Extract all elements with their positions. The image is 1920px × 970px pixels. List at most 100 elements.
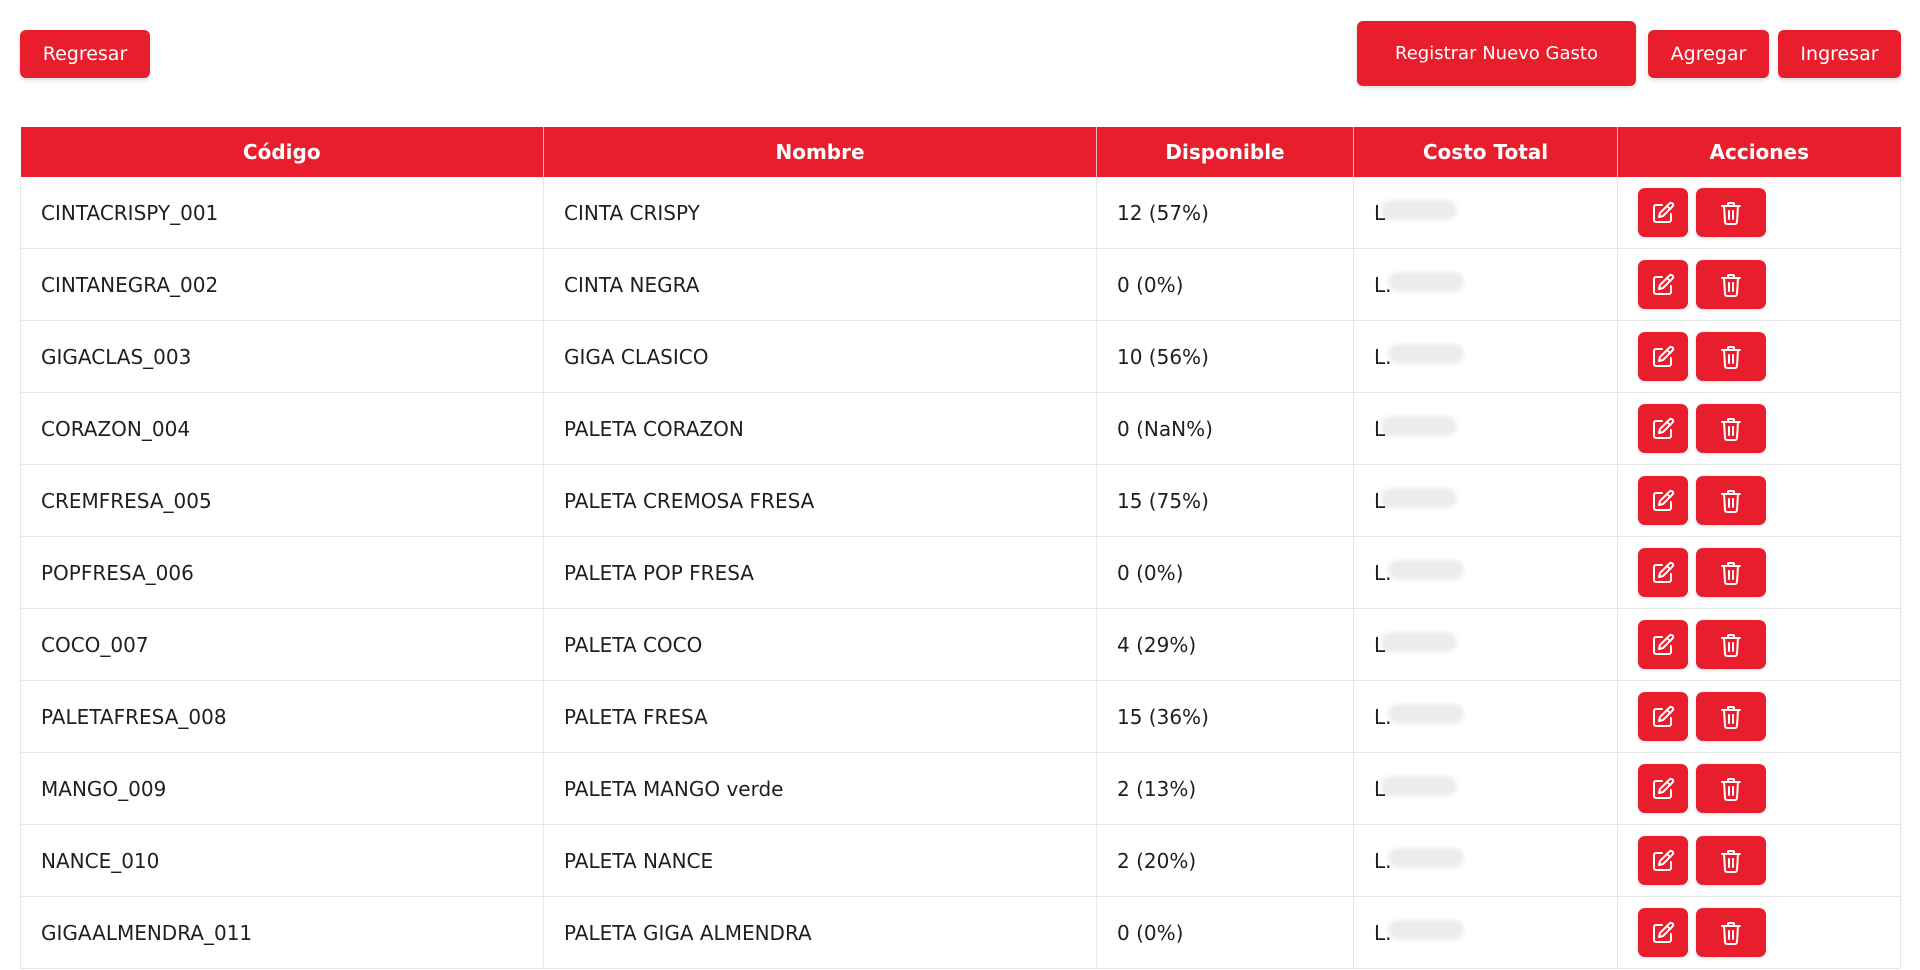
cell-costo-total: L.	[1353, 248, 1618, 321]
edit-button[interactable]	[1638, 188, 1688, 237]
edit-button[interactable]	[1638, 692, 1688, 741]
delete-button[interactable]	[1696, 836, 1766, 885]
delete-button[interactable]	[1696, 692, 1766, 741]
edit-icon	[1651, 201, 1675, 225]
cell-costo-total: L	[1353, 752, 1618, 825]
cell-disponible: 0 (0%)	[1096, 536, 1354, 609]
costo-total-value: L.	[1374, 344, 1392, 369]
edit-icon	[1651, 561, 1675, 585]
table-row: GIGACLAS_003 GIGA CLASICO 10 (56%) L.	[20, 320, 1901, 393]
cell-acciones	[1617, 464, 1901, 537]
cell-nombre: PALETA FRESA	[543, 680, 1097, 753]
costo-total-value: L.	[1374, 560, 1392, 585]
edit-icon	[1651, 417, 1675, 441]
cell-disponible: 10 (56%)	[1096, 320, 1354, 393]
edit-icon	[1651, 705, 1675, 729]
costo-total-value: L.	[1374, 272, 1392, 297]
column-header-codigo: Código	[20, 127, 544, 177]
redacted-amount	[1387, 704, 1464, 724]
table-row: MANGO_009 PALETA MANGO verde 2 (13%) L	[20, 752, 1901, 825]
cell-acciones	[1617, 177, 1901, 249]
trash-icon	[1720, 921, 1742, 945]
cell-costo-total: L.	[1353, 320, 1618, 393]
edit-icon	[1651, 273, 1675, 297]
inventory-page: Regresar Registrar Nuevo Gasto Agregar I…	[0, 0, 1920, 970]
cell-codigo: CINTACRISPY_001	[20, 177, 544, 249]
trash-icon	[1720, 273, 1742, 297]
edit-button[interactable]	[1638, 620, 1688, 669]
cell-disponible: 0 (NaN%)	[1096, 392, 1354, 465]
edit-button[interactable]	[1638, 260, 1688, 309]
table-row: NANCE_010 PALETA NANCE 2 (20%) L.	[20, 824, 1901, 897]
delete-button[interactable]	[1696, 620, 1766, 669]
redacted-amount	[1381, 416, 1458, 436]
cell-disponible: 2 (13%)	[1096, 752, 1354, 825]
edit-button[interactable]	[1638, 908, 1688, 957]
cell-disponible: 12 (57%)	[1096, 177, 1354, 249]
table-header: Código Nombre Disponible Costo Total Acc…	[20, 127, 1901, 177]
cell-disponible: 15 (75%)	[1096, 464, 1354, 537]
costo-total-value: L.	[1374, 920, 1392, 945]
trash-icon	[1720, 705, 1742, 729]
add-button[interactable]: Agregar	[1648, 30, 1769, 78]
cell-disponible: 4 (29%)	[1096, 608, 1354, 681]
edit-button[interactable]	[1638, 476, 1688, 525]
delete-button[interactable]	[1696, 476, 1766, 525]
table-row: CINTANEGRA_002 CINTA NEGRA 0 (0%) L.	[20, 248, 1901, 321]
cell-costo-total: L.	[1353, 536, 1618, 609]
costo-total-value: L	[1374, 200, 1386, 225]
trash-icon	[1720, 489, 1742, 513]
cell-costo-total: L.	[1353, 680, 1618, 753]
register-expense-button[interactable]: Registrar Nuevo Gasto	[1357, 21, 1636, 86]
redacted-amount	[1381, 632, 1458, 652]
delete-button[interactable]	[1696, 908, 1766, 957]
table-row: COCO_007 PALETA COCO 4 (29%) L	[20, 608, 1901, 681]
cell-acciones	[1617, 392, 1901, 465]
delete-button[interactable]	[1696, 260, 1766, 309]
redacted-amount	[1387, 848, 1464, 868]
redacted-amount	[1381, 776, 1458, 796]
trash-icon	[1720, 777, 1742, 801]
cell-codigo: GIGACLAS_003	[20, 320, 544, 393]
cell-codigo: GIGAALMENDRA_011	[20, 896, 544, 969]
delete-button[interactable]	[1696, 332, 1766, 381]
trash-icon	[1720, 345, 1742, 369]
costo-total-value: L.	[1374, 848, 1392, 873]
edit-button[interactable]	[1638, 836, 1688, 885]
cell-codigo: POPFRESA_006	[20, 536, 544, 609]
table-row: CINTACRISPY_001 CINTA CRISPY 12 (57%) L	[20, 177, 1901, 249]
delete-button[interactable]	[1696, 548, 1766, 597]
redacted-amount	[1387, 560, 1464, 580]
edit-button[interactable]	[1638, 404, 1688, 453]
redacted-amount	[1387, 920, 1464, 940]
edit-button[interactable]	[1638, 764, 1688, 813]
back-button[interactable]: Regresar	[20, 30, 150, 78]
enter-button[interactable]: Ingresar	[1778, 30, 1901, 78]
table-row: CREMFRESA_005 PALETA CREMOSA FRESA 15 (75%…	[20, 464, 1901, 537]
cell-costo-total: L.	[1353, 824, 1618, 897]
cell-costo-total: L	[1353, 177, 1618, 249]
products-table-container: Código Nombre Disponible Costo Total Acc…	[20, 127, 1901, 969]
edit-button[interactable]	[1638, 548, 1688, 597]
cell-codigo: MANGO_009	[20, 752, 544, 825]
cell-codigo: CINTANEGRA_002	[20, 248, 544, 321]
table-header-row: Código Nombre Disponible Costo Total Acc…	[20, 127, 1901, 177]
cell-nombre: CINTA CRISPY	[543, 177, 1097, 249]
column-header-disponible: Disponible	[1096, 127, 1354, 177]
cell-acciones	[1617, 896, 1901, 969]
cell-acciones	[1617, 248, 1901, 321]
cell-nombre: PALETA GIGA ALMENDRA	[543, 896, 1097, 969]
table-row: GIGAALMENDRA_011 PALETA GIGA ALMENDRA 0 (0…	[20, 896, 1901, 969]
delete-button[interactable]	[1696, 404, 1766, 453]
edit-button[interactable]	[1638, 332, 1688, 381]
trash-icon	[1720, 633, 1742, 657]
cell-costo-total: L.	[1353, 896, 1618, 969]
delete-button[interactable]	[1696, 764, 1766, 813]
trash-icon	[1720, 561, 1742, 585]
cell-acciones	[1617, 824, 1901, 897]
cell-codigo: CORAZON_004	[20, 392, 544, 465]
cell-acciones	[1617, 680, 1901, 753]
delete-button[interactable]	[1696, 188, 1766, 237]
cell-codigo: NANCE_010	[20, 824, 544, 897]
cell-codigo: PALETAFRESA_008	[20, 680, 544, 753]
